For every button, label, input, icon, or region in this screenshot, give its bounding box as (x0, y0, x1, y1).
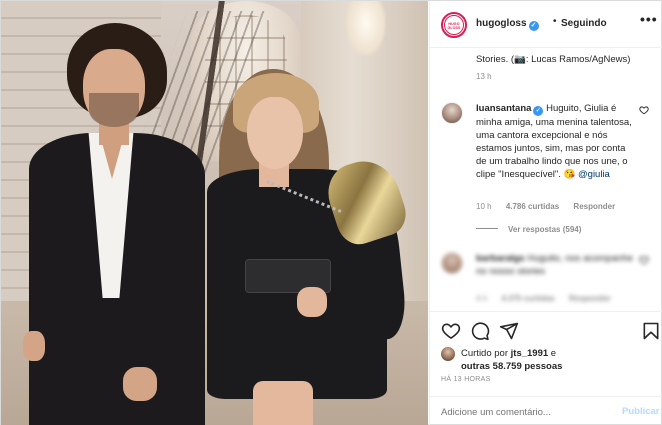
commenter-avatar[interactable] (441, 252, 463, 274)
heart-icon[interactable] (441, 321, 461, 341)
comment-mention[interactable]: @giulia (578, 169, 610, 180)
comment-likes[interactable]: 4.786 curtidas (506, 202, 559, 211)
comment-time[interactable]: 10 h (476, 202, 492, 211)
post-photo[interactable] (1, 1, 428, 425)
photo-sconce (346, 1, 386, 56)
post-modal: HUGO GLOSS hugogloss ✓ • Seguindo ••• Sto… (0, 0, 662, 425)
comment-body: barbaralgs Huguito, nos acompanhe no nos… (476, 252, 634, 278)
caption-text: Stories. (📷: Lucas Ramos/AgNews) (476, 54, 631, 65)
commenter-username[interactable]: barbaralgs (476, 253, 525, 264)
add-comment-bar: Publicar (430, 396, 662, 425)
share-icon[interactable] (499, 321, 519, 341)
man-hand (123, 367, 157, 401)
comment-icon[interactable] (470, 321, 490, 341)
verified-icon: ✓ (528, 21, 539, 31)
view-replies-button[interactable]: Ver respostas (594) (476, 225, 581, 234)
comment-time[interactable]: 4 h (476, 294, 487, 303)
author-logo: HUGO GLOSS (444, 15, 464, 35)
comment-reply-button[interactable]: Responder (573, 202, 615, 211)
author-username-wrap[interactable]: hugogloss ✓ (476, 18, 539, 31)
verified-icon: ✓ (533, 106, 544, 116)
comment-like-icon[interactable] (639, 255, 649, 268)
woman-hand (297, 287, 327, 317)
comment-meta: 4 h 4.375 curtidas Responder (476, 294, 623, 303)
more-options-icon[interactable]: ••• (640, 11, 658, 27)
author-username[interactable]: hugogloss (476, 18, 527, 29)
replies-line (476, 228, 498, 229)
man-hand-left (23, 331, 45, 361)
follow-status[interactable]: Seguindo (561, 18, 607, 29)
likes-text: Curtido por jts_1991 e outras 58.759 pes… (461, 347, 562, 373)
post-timestamp[interactable]: HÁ 13 HORAS (441, 376, 491, 383)
liker-avatar[interactable] (441, 347, 455, 361)
view-replies-label[interactable]: Ver respostas (594) (508, 225, 581, 234)
woman-legs (253, 381, 313, 425)
comment-reply-button[interactable]: Responder (569, 294, 611, 303)
comment-input[interactable] (441, 405, 611, 419)
man-beard (89, 93, 139, 127)
publish-button[interactable]: Publicar (622, 406, 660, 417)
commenter-username[interactable]: luansantana (476, 103, 531, 114)
comment-like-icon[interactable] (639, 105, 649, 118)
commenter-avatar[interactable] (441, 102, 463, 124)
separator-dot: • (553, 16, 557, 27)
likes-joiner: e (550, 348, 557, 359)
comments-scroll[interactable]: Stories. (📷: Lucas Ramos/AgNews) 13 h lu… (430, 48, 662, 311)
caption-time[interactable]: 13 h (476, 72, 492, 81)
comment-likes[interactable]: 4.375 curtidas (501, 294, 554, 303)
likes-prefix: Curtido por (461, 348, 508, 359)
likes-others-count[interactable]: outras 58.759 pessoas (461, 361, 562, 372)
author-avatar[interactable]: HUGO GLOSS (441, 12, 467, 38)
post-header: HUGO GLOSS hugogloss ✓ • Seguindo ••• (430, 1, 662, 48)
liker-username[interactable]: jts_1991 (511, 348, 549, 359)
post-sidebar: HUGO GLOSS hugogloss ✓ • Seguindo ••• Sto… (429, 1, 662, 425)
bookmark-icon[interactable] (641, 321, 661, 341)
comment-body: luansantana ✓ Huguito, Giulia é minha ami… (476, 102, 634, 181)
comment-meta: 10 h 4.786 curtidas Responder (476, 202, 627, 211)
